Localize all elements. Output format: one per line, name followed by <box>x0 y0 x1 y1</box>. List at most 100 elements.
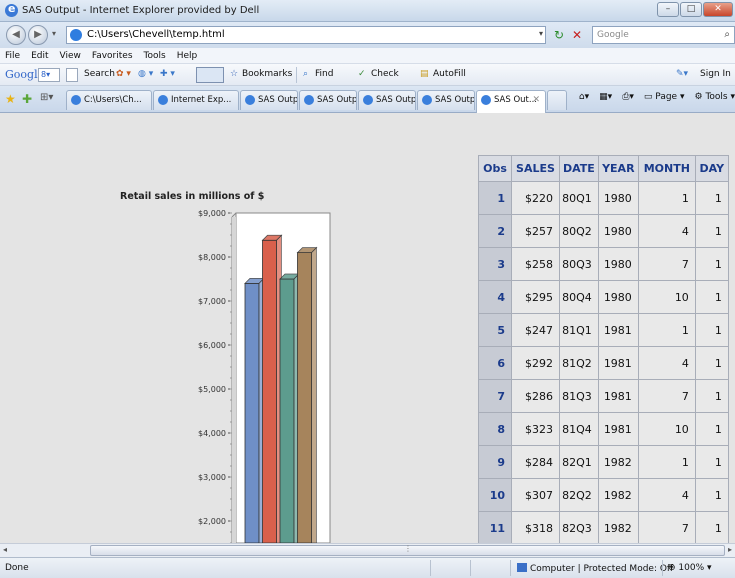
cell-date: 80Q3 <box>559 247 599 281</box>
cell-sales: $292 <box>511 346 560 380</box>
menu-help[interactable]: Help <box>177 48 198 63</box>
maximize-button[interactable]: □ <box>680 2 702 17</box>
quick-tabs-icon[interactable]: ⊞▾ <box>40 92 53 103</box>
cell-month: 7 <box>637 511 696 543</box>
popup-blocker-icon[interactable]: ✿ ▾ <box>116 69 131 79</box>
y-tick-label: $7,000 <box>198 297 226 306</box>
tab-2[interactable]: Internet Exp... <box>153 90 239 110</box>
scroll-left-icon[interactable]: ◂ <box>3 545 7 554</box>
scroll-thumb[interactable]: ⋮ <box>90 544 725 556</box>
new-tab-button[interactable] <box>547 90 567 110</box>
tab-label: Internet Exp... <box>171 95 232 105</box>
recent-pages-dropdown-icon[interactable]: ▾ <box>52 29 56 38</box>
cell-month: 4 <box>637 478 696 512</box>
tab-4[interactable]: SAS Output <box>299 90 357 110</box>
cell-obs: 5 <box>478 313 512 347</box>
add-favorite-icon[interactable]: ✚ <box>22 92 32 106</box>
forward-arrow-icon[interactable]: ▶ <box>28 25 48 45</box>
cell-date: 81Q3 <box>559 379 599 413</box>
table-body: 1 $220 80Q1 1980 1 1 2 $257 80Q2 1980 4 1 3 $258 80Q3 1… <box>478 181 729 543</box>
highlight-icon[interactable]: ◍ ▾ <box>138 69 153 79</box>
favorites-star-icon[interactable]: ★ <box>5 92 16 106</box>
wrench-icon[interactable]: ✎▾ <box>676 69 688 79</box>
menu-bar: File Edit View Favorites Tools Help <box>0 48 735 64</box>
y-tick-label: $5,000 <box>198 385 226 394</box>
check-button[interactable]: Check <box>371 69 399 79</box>
tab-row: ★ ✚ ⊞▾ C:\Users\Ch... Internet Exp... SA… <box>0 86 735 113</box>
back-arrow-icon[interactable]: ◀ <box>6 25 26 45</box>
computer-icon <box>517 563 527 572</box>
toolbar-options-button[interactable] <box>196 67 224 83</box>
zoom-level[interactable]: ⊕ 100% ▾ <box>668 563 712 573</box>
tools-menu[interactable]: ⚙ Tools ▾ <box>694 92 735 108</box>
home-icon[interactable]: ⌂▾ <box>579 92 589 108</box>
bookmarks-button[interactable]: Bookmarks <box>242 69 292 79</box>
check-icon: ✓ <box>358 69 366 79</box>
cell-month: 7 <box>637 247 696 281</box>
sas-output-table: Obs SALES DATE YEAR MONTH DAY 1 $220 80Q1 1… <box>478 155 729 543</box>
print-icon[interactable]: ⎙▾ <box>622 92 634 108</box>
tab-label: SAS Output <box>435 95 475 105</box>
page-menu[interactable]: ▭ Page ▾ <box>644 92 685 108</box>
status-divider <box>430 560 431 576</box>
scroll-right-icon[interactable]: ▸ <box>728 545 732 554</box>
menu-view[interactable]: View <box>60 48 81 63</box>
google-search-box[interactable] <box>66 68 78 82</box>
cell-obs: 1 <box>478 181 512 215</box>
tab-5[interactable]: SAS Output <box>358 90 416 110</box>
google-toolbar: Google 8▾ Search ✿ ▾ ◍ ▾ ✚ ▾ ☆ Bookmarks… <box>0 64 735 86</box>
cell-month: 7 <box>637 379 696 413</box>
header-year: YEAR <box>597 155 639 182</box>
horizontal-scrollbar[interactable]: ◂ ⋮ ▸ <box>0 543 735 557</box>
cell-sales: $258 <box>511 247 560 281</box>
cell-date: 81Q2 <box>559 346 599 380</box>
cell-date: 80Q2 <box>559 214 599 248</box>
address-input[interactable]: C:\Users\Chevell\temp.html ▾ <box>66 26 546 44</box>
separator <box>296 67 297 83</box>
stop-icon[interactable]: ✕ <box>569 27 585 43</box>
menu-file[interactable]: File <box>5 48 20 63</box>
google-menu-button[interactable]: 8▾ <box>38 68 60 82</box>
search-input[interactable]: Google ⌕ <box>592 26 735 44</box>
autofill-button[interactable]: AutoFill <box>433 69 466 79</box>
menu-favorites[interactable]: Favorites <box>92 48 133 63</box>
feeds-icon[interactable]: ▦▾ <box>599 92 612 108</box>
ie-page-icon <box>158 95 168 105</box>
find-button[interactable]: Find <box>315 69 333 79</box>
address-url: C:\Users\Chevell\temp.html <box>87 29 225 40</box>
star-icon[interactable]: ☆ <box>230 69 238 79</box>
refresh-icon[interactable]: ↻ <box>551 27 567 43</box>
tab-active[interactable]: SAS Out... ✕ <box>476 90 546 113</box>
tab-1[interactable]: C:\Users\Ch... <box>66 90 152 110</box>
menu-tools[interactable]: Tools <box>144 48 166 63</box>
close-button[interactable]: ✕ <box>703 2 733 17</box>
cell-month: 1 <box>637 445 696 479</box>
cell-day: 1 <box>694 379 729 413</box>
tab-3[interactable]: SAS Output <box>240 90 298 110</box>
cell-day: 1 <box>694 247 729 281</box>
cell-obs: 6 <box>478 346 512 380</box>
command-bar: ⌂▾ ▦▾ ⎙▾ ▭ Page ▾ ⚙ Tools ▾ <box>579 92 735 108</box>
security-zone[interactable]: Computer | Protected Mode: Off <box>517 563 673 574</box>
cell-day: 1 <box>694 412 729 446</box>
chart-bar <box>244 283 260 543</box>
cell-date: 82Q3 <box>559 511 599 543</box>
cell-sales: $220 <box>511 181 560 215</box>
search-icon[interactable]: ⌕ <box>724 29 730 40</box>
cell-month: 4 <box>637 214 696 248</box>
find-icon: ⌕ <box>303 69 309 79</box>
minimize-button[interactable]: – <box>657 2 679 17</box>
tab-close-icon[interactable]: ✕ <box>532 91 540 109</box>
google-search-button[interactable]: Search <box>84 69 115 79</box>
status-divider <box>510 560 511 576</box>
tab-6[interactable]: SAS Output <box>417 90 475 110</box>
chart-bar <box>279 278 295 543</box>
menu-edit[interactable]: Edit <box>31 48 48 63</box>
y-tick-label: $6,000 <box>198 341 226 350</box>
cell-year: 1980 <box>597 214 639 248</box>
header-obs: Obs <box>478 155 512 182</box>
addon-icon[interactable]: ✚ ▾ <box>160 69 175 79</box>
address-dropdown-icon[interactable]: ▾ <box>539 29 543 38</box>
sign-in-link[interactable]: Sign In <box>700 69 731 79</box>
cell-year: 1980 <box>597 247 639 281</box>
